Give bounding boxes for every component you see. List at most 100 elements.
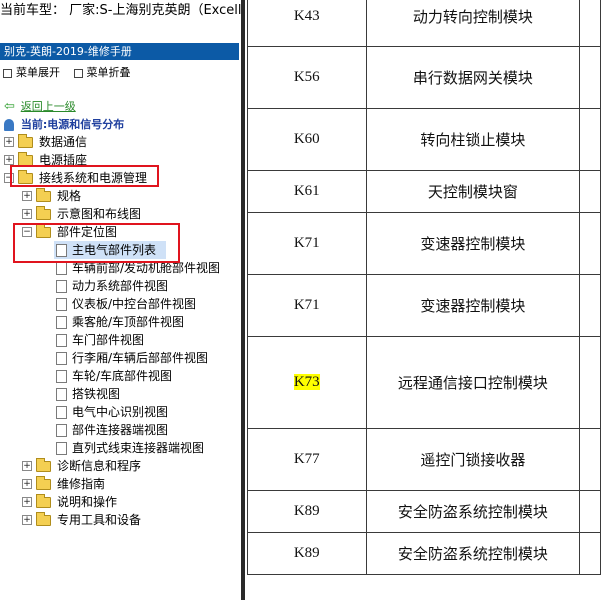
part-name-cell: 转向柱锁止模块 xyxy=(365,108,581,171)
table-row: K61 天控制模块窗 xyxy=(247,170,601,213)
parts-table: K43 动力转向控制模块 K56 串行数据网关模块 K60 转向柱锁止模块 K61 天控制模块… xyxy=(247,0,601,575)
tree-doc-item[interactable]: 动力系统部件视图 xyxy=(54,277,240,295)
tree-doc-label: 部件连接器端视图 xyxy=(72,423,169,437)
folder-icon xyxy=(36,206,51,220)
part-code: K61 xyxy=(293,183,320,199)
folder-icon xyxy=(36,458,51,472)
part-name-cell: 串行数据网关模块 xyxy=(365,46,581,109)
document-icon xyxy=(56,442,67,455)
part-code: K71 xyxy=(293,235,320,251)
navigation-panel: 别克-英朗-2019-维修手册 菜单展开 菜单折叠 ⇦ 返回上一级 当前:电源和… xyxy=(0,40,241,600)
part-code: K43 xyxy=(293,8,320,24)
tree-node-label: 说明和操作 xyxy=(57,495,118,509)
table-row: K89 安全防盗系统控制模块 xyxy=(247,532,601,575)
expand-plus-icon[interactable]: + xyxy=(22,209,32,219)
part-code: K89 xyxy=(293,503,320,519)
person-icon xyxy=(4,118,14,131)
table-extra-cell xyxy=(579,46,601,109)
part-code-cell: K89 xyxy=(247,490,367,533)
tree-node-description[interactable]: + 说明和操作 xyxy=(22,493,232,511)
expand-plus-icon[interactable]: + xyxy=(4,137,14,147)
collapse-label: 菜单折叠 xyxy=(86,66,131,79)
document-icon xyxy=(56,334,67,347)
part-code-cell: K61 xyxy=(247,170,367,213)
expand-plus-icon[interactable]: + xyxy=(22,497,32,507)
expand-plus-icon[interactable]: + xyxy=(22,515,32,525)
tree-node-label: 专用工具和设备 xyxy=(57,513,142,527)
current-location-label: 当前:电源和信号分布 xyxy=(20,118,125,131)
part-code: K89 xyxy=(293,545,320,561)
red-highlight-box xyxy=(13,223,180,263)
tree-doc-label: 行李厢/车辆后部部件视图 xyxy=(72,351,209,365)
tree-node-special-tools[interactable]: + 专用工具和设备 xyxy=(22,511,232,529)
part-code-cell: K73 xyxy=(247,336,367,429)
table-extra-cell xyxy=(579,428,601,491)
tree-node-label: 维修指南 xyxy=(57,477,106,491)
part-name-cell: 动力转向控制模块 xyxy=(365,0,581,47)
expand-label: 菜单展开 xyxy=(16,66,60,79)
document-icon xyxy=(56,370,67,383)
expand-plus-icon[interactable]: + xyxy=(22,479,32,489)
table-row: K73 远程通信接口控制模块 xyxy=(247,336,601,429)
tree-node-label: 诊断信息和程序 xyxy=(57,459,142,473)
expand-plus-icon[interactable]: + xyxy=(22,191,32,201)
panel-header: 别克-英朗-2019-维修手册 xyxy=(0,43,239,60)
table-extra-cell xyxy=(579,336,601,429)
panel-toolbar: 菜单展开 菜单折叠 xyxy=(3,64,141,82)
expand-menu-button[interactable]: 菜单展开 xyxy=(3,64,60,82)
table-row: K56 串行数据网关模块 xyxy=(247,46,601,109)
tree-doc-label: 直列式线束连接器端视图 xyxy=(72,441,205,455)
document-icon xyxy=(56,352,67,365)
tree-doc-label: 搭铁视图 xyxy=(72,387,121,401)
part-code-cell: K89 xyxy=(247,532,367,575)
document-icon xyxy=(56,388,67,401)
tree-doc-item[interactable]: 乘客舱/车顶部件视图 xyxy=(54,313,240,331)
part-code-cell: K43 xyxy=(247,0,367,47)
tree-node-label: 数据通信 xyxy=(39,135,88,149)
document-icon xyxy=(56,298,67,311)
tree-doc-item[interactable]: 电气中心识别视图 xyxy=(54,403,240,421)
document-icon xyxy=(56,406,67,419)
tree-doc-label: 电气中心识别视图 xyxy=(72,405,169,419)
table-extra-cell xyxy=(579,212,601,275)
tree-node-data-comm[interactable]: + 数据通信 xyxy=(4,133,234,151)
part-code: K60 xyxy=(293,131,320,147)
tree-doc-item[interactable]: 仪表板/中控台部件视图 xyxy=(54,295,240,313)
part-name-cell: 遥控门锁接收器 xyxy=(365,428,581,491)
tree-node-repair-guide[interactable]: + 维修指南 xyxy=(22,475,232,493)
content-frame: K43 动力转向控制模块 K56 串行数据网关模块 K60 转向柱锁止模块 K61 天控制模块… xyxy=(245,0,601,600)
tree-doc-label: 乘客舱/车顶部件视图 xyxy=(72,315,185,329)
part-code: K77 xyxy=(293,451,320,467)
table-row: K60 转向柱锁止模块 xyxy=(247,108,601,171)
table-row: K77 遥控门锁接收器 xyxy=(247,428,601,491)
tree-doc-item[interactable]: 直列式线束连接器端视图 xyxy=(54,439,240,457)
part-name-cell: 远程通信接口控制模块 xyxy=(365,336,581,429)
back-arrow-icon: ⇦ xyxy=(4,99,15,114)
expand-plus-icon[interactable]: + xyxy=(4,155,14,165)
folder-icon xyxy=(36,476,51,490)
back-link[interactable]: ⇦ 返回上一级 xyxy=(4,97,76,115)
part-name-cell: 变速器控制模块 xyxy=(365,274,581,337)
table-row: K89 安全防盗系统控制模块 xyxy=(247,490,601,533)
part-code-cell: K56 xyxy=(247,46,367,109)
tree-node-label: 规格 xyxy=(57,189,82,203)
tree-node-spec[interactable]: + 规格 xyxy=(22,187,232,205)
table-extra-cell xyxy=(579,108,601,171)
tree-doc-item[interactable]: 部件连接器端视图 xyxy=(54,421,240,439)
table-extra-cell xyxy=(579,0,601,47)
collapse-menu-button[interactable]: 菜单折叠 xyxy=(73,64,131,82)
tree-doc-item[interactable]: 搭铁视图 xyxy=(54,385,240,403)
part-code-cell: K71 xyxy=(247,212,367,275)
tree-doc-item[interactable]: 车轮/车底部件视图 xyxy=(54,367,240,385)
tree-doc-item[interactable]: 车门部件视图 xyxy=(54,331,240,349)
part-code-cell: K77 xyxy=(247,428,367,491)
expand-plus-icon[interactable]: + xyxy=(22,461,32,471)
part-code-cell: K60 xyxy=(247,108,367,171)
tree-doc-item[interactable]: 行李厢/车辆后部部件视图 xyxy=(54,349,240,367)
tree-node-schematic[interactable]: + 示意图和布线图 xyxy=(22,205,232,223)
table-row: K71 变速器控制模块 xyxy=(247,274,601,337)
table-row: K71 变速器控制模块 xyxy=(247,212,601,275)
tree-node-diagnostic[interactable]: + 诊断信息和程序 xyxy=(22,457,232,475)
part-name-cell: 天控制模块窗 xyxy=(365,170,581,213)
expand-icon xyxy=(3,68,12,78)
